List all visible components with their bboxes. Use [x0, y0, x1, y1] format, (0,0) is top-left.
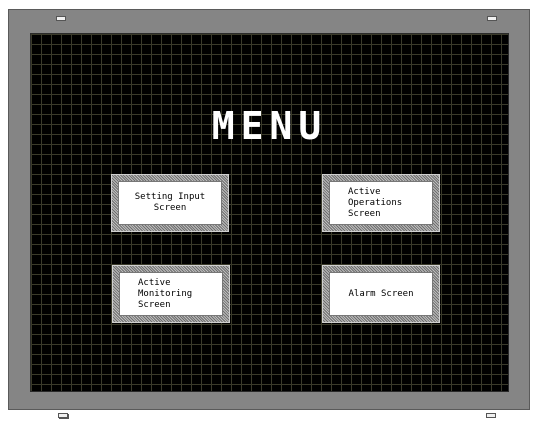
alarm-screen-label: Alarm Screen — [329, 272, 433, 316]
menu-screen: MENU Setting Input Screen Active Operati… — [30, 33, 509, 392]
active-monitoring-screen-button[interactable]: Active Monitoring Screen — [112, 265, 230, 323]
active-monitoring-screen-label: Active Monitoring Screen — [119, 272, 223, 316]
alarm-screen-button[interactable]: Alarm Screen — [322, 265, 440, 323]
setting-input-screen-label: Setting Input Screen — [118, 181, 222, 225]
active-operations-screen-button[interactable]: Active Operations Screen — [322, 174, 440, 232]
active-operations-screen-label: Active Operations Screen — [329, 181, 433, 225]
bezel-mount-bottom-left — [58, 413, 68, 418]
bezel-mount-bottom-right — [486, 413, 496, 418]
setting-input-screen-button[interactable]: Setting Input Screen — [111, 174, 229, 232]
bezel-mount-top-right — [487, 16, 497, 21]
bezel-mount-top-left — [56, 16, 66, 21]
menu-title: MENU — [211, 104, 328, 148]
